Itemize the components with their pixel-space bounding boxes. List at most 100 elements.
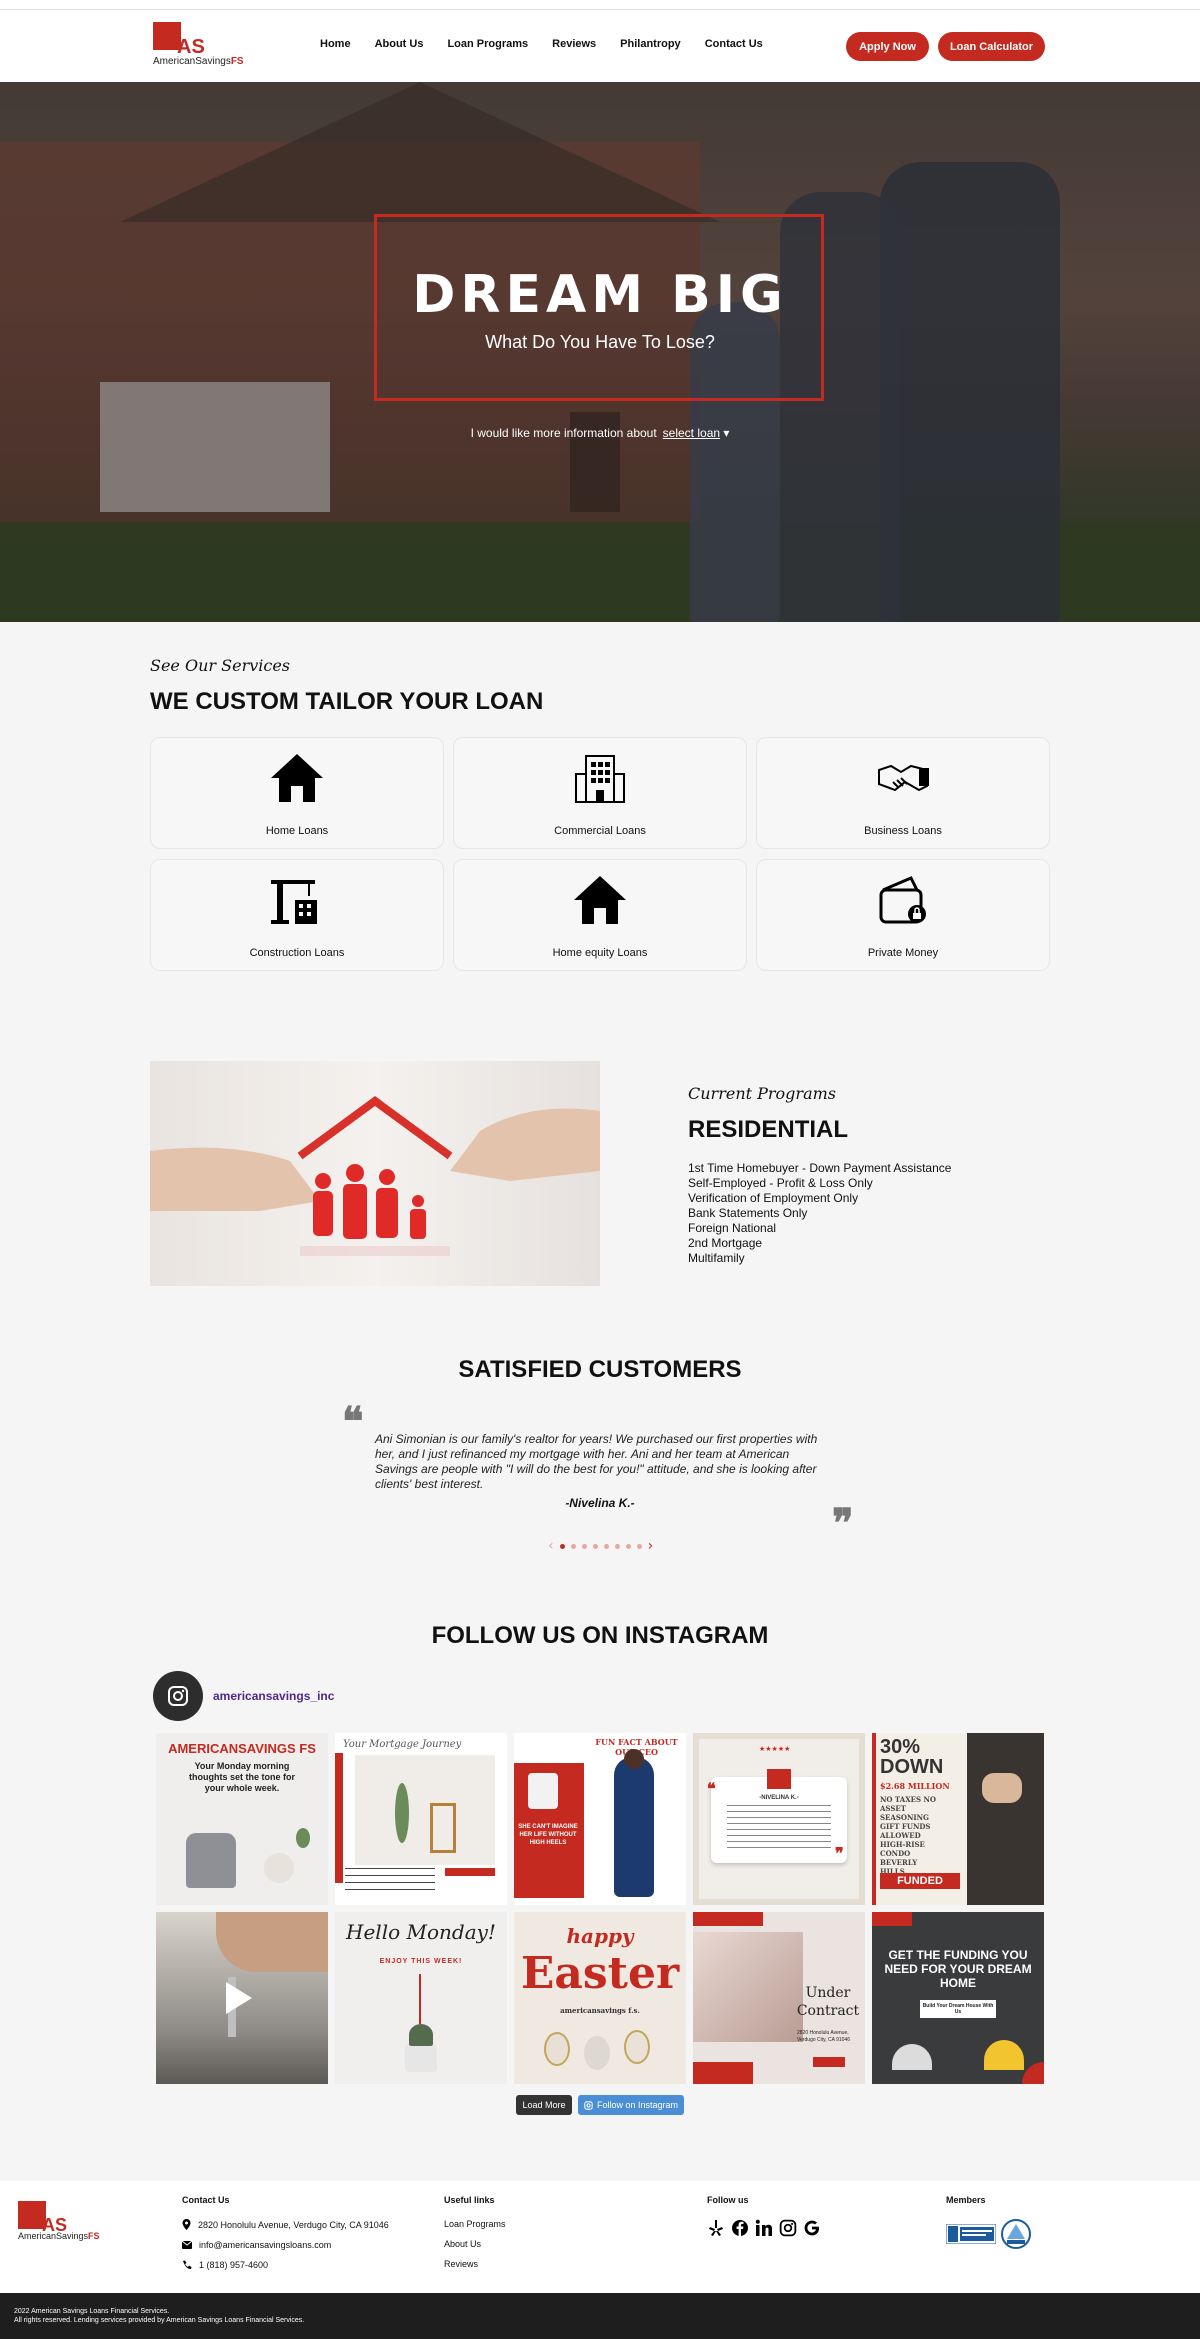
house-icon xyxy=(271,754,323,802)
instagram-post[interactable]: Under Contract 2820 Honolulu Avenue, Ver… xyxy=(693,1912,865,2084)
logo[interactable]: AS AmericanSavingsFS xyxy=(153,22,244,70)
alliance-badge-icon[interactable] xyxy=(1001,2219,1031,2249)
facebook-icon[interactable] xyxy=(731,2219,749,2237)
footer-link-loan-programs[interactable]: Loan Programs xyxy=(444,2219,506,2229)
programs-list: 1st Time Homebuyer - Down Payment Assist… xyxy=(688,1161,951,1266)
instagram-icon xyxy=(168,1686,188,1706)
chevron-left-icon[interactable]: ‹ xyxy=(548,1538,554,1554)
instagram-post[interactable]: 30% DOWN $2.68 MILLION NO TAXES NO ASSET… xyxy=(872,1733,1044,1905)
card-business-loans[interactable]: Business Loans xyxy=(756,737,1050,849)
testimonial-quote: Ani Simonian is our family's realtor for… xyxy=(375,1432,818,1491)
wallet-icon xyxy=(879,876,926,924)
info-request: I would like more information about selec… xyxy=(470,426,730,440)
services-script: See Our Services xyxy=(150,656,291,675)
play-icon[interactable] xyxy=(226,1982,252,2014)
quote-close-icon: ❞ xyxy=(832,1500,854,1547)
instagram-feed: AMERICANSAVINGS FS Your Monday morning t… xyxy=(156,1733,1044,2084)
list-item: Bank Statements Only xyxy=(688,1206,808,1220)
top-border xyxy=(0,0,1200,10)
nav-philantropy[interactable]: Philantropy xyxy=(620,38,681,50)
nav-contact[interactable]: Contact Us xyxy=(705,38,763,50)
footer-contact-title: Contact Us xyxy=(182,2195,230,2205)
apply-now-button[interactable]: Apply Now xyxy=(846,32,929,61)
instagram-icon xyxy=(584,2100,593,2110)
main-nav: Home About Us Loan Programs Reviews Phil… xyxy=(320,38,787,50)
instagram-handle[interactable]: americansavings_inc xyxy=(213,1689,334,1703)
nav-about[interactable]: About Us xyxy=(375,38,424,50)
carousel-dot[interactable] xyxy=(603,1543,609,1549)
footer-link-reviews[interactable]: Reviews xyxy=(444,2259,506,2269)
follow-instagram-button[interactable]: Follow on Instagram xyxy=(578,2095,684,2115)
footer-links-title: Useful links xyxy=(444,2195,495,2205)
carousel-dot[interactable] xyxy=(625,1543,631,1549)
site-footer: AS AmericanSavingsFS Contact Us 2820 Hon… xyxy=(0,2181,1200,2293)
card-private-money[interactable]: Private Money xyxy=(756,859,1050,971)
list-item: Self-Employed - Profit & Loss Only xyxy=(688,1176,873,1190)
instagram-post[interactable]: FUN FACT ABOUT OUR CEO SHE CAN'T IMAGINE… xyxy=(514,1733,686,1905)
list-item: Multifamily xyxy=(688,1251,745,1265)
footer-links: Useful links Loan Programs About Us Revi… xyxy=(444,2195,506,2279)
footer-follow: Follow us xyxy=(707,2195,821,2237)
loan-calculator-button[interactable]: Loan Calculator xyxy=(938,32,1045,61)
loan-select[interactable]: select loan xyxy=(663,426,720,440)
footer-link-about[interactable]: About Us xyxy=(444,2239,506,2249)
carousel-dot[interactable] xyxy=(570,1543,576,1549)
footer-logo[interactable]: AS AmericanSavingsFS xyxy=(18,2201,108,2245)
carousel-dot[interactable] xyxy=(559,1543,565,1549)
footer-members-title: Members xyxy=(946,2195,986,2205)
testimonial-carousel: ‹ › xyxy=(548,1538,653,1554)
instagram-post[interactable] xyxy=(156,1912,328,2084)
nav-loan-programs[interactable]: Loan Programs xyxy=(447,38,528,50)
instagram-post[interactable]: -NIVELINA K.- ❝ ❞ ★★★★★ xyxy=(693,1733,865,1905)
instagram-post[interactable]: happy Easter americansavings f.s. xyxy=(514,1912,686,2084)
chevron-down-icon[interactable]: ▾ xyxy=(720,426,729,440)
google-icon[interactable] xyxy=(803,2219,821,2237)
chevron-right-icon[interactable]: › xyxy=(648,1538,654,1554)
list-item: Verification of Employment Only xyxy=(688,1191,859,1205)
hero-title: DREAM BIG xyxy=(412,265,788,325)
carousel-dot[interactable] xyxy=(581,1543,587,1549)
carousel-dot[interactable] xyxy=(636,1543,642,1549)
footer-members: Members xyxy=(946,2195,1031,2249)
customers-title: SATISFIED CUSTOMERS xyxy=(458,1356,742,1383)
list-item: 1st Time Homebuyer - Down Payment Assist… xyxy=(688,1161,952,1175)
card-home-loans[interactable]: Home Loans xyxy=(150,737,444,849)
instagram-post[interactable]: GET THE FUNDING YOU NEED FOR YOUR DREAM … xyxy=(872,1912,1044,2084)
instagram-post[interactable]: Hello Monday! ENJOY THIS WEEK! xyxy=(335,1912,507,2084)
footer-phone[interactable]: 1 (818) 957-4600 xyxy=(182,2260,389,2270)
services-title: WE CUSTOM TAILOR YOUR LOAN xyxy=(150,688,544,715)
map-pin-icon xyxy=(182,2219,191,2230)
card-home-equity-loans[interactable]: Home equity Loans xyxy=(453,859,747,971)
list-item: Foreign National xyxy=(688,1221,777,1235)
testimonial-author: -Nivelina K.- xyxy=(565,1496,635,1510)
handshake-icon xyxy=(878,764,929,792)
carousel-dot[interactable] xyxy=(614,1543,620,1549)
instagram-avatar[interactable] xyxy=(153,1671,203,1721)
house-icon xyxy=(574,876,626,924)
copyright-bar: 2022 American Savings Loans Financial Se… xyxy=(0,2293,1200,2339)
footer-follow-title: Follow us xyxy=(707,2195,749,2205)
instagram-post[interactable]: Your Mortgage Journey xyxy=(335,1733,507,1905)
bbb-badge-icon[interactable] xyxy=(946,2224,996,2244)
programs-script: Current Programs xyxy=(688,1084,836,1103)
instagram-title: FOLLOW US ON INSTAGRAM xyxy=(431,1622,769,1649)
carousel-dot[interactable] xyxy=(592,1543,598,1549)
nav-reviews[interactable]: Reviews xyxy=(552,38,596,50)
card-construction-loans[interactable]: Construction Loans xyxy=(150,859,444,971)
envelope-icon xyxy=(182,2241,192,2249)
instagram-post[interactable]: AMERICANSAVINGS FS Your Monday morning t… xyxy=(156,1733,328,1905)
building-icon xyxy=(575,755,625,803)
instagram-icon[interactable] xyxy=(779,2219,797,2237)
crane-icon xyxy=(271,880,317,924)
footer-contact: Contact Us 2820 Honolulu Avenue, Verdugo… xyxy=(182,2195,389,2280)
nav-home[interactable]: Home xyxy=(320,38,351,50)
hero-banner: DREAM BIG What Do You Have To Lose? I wo… xyxy=(0,82,1200,622)
programs-title: RESIDENTIAL xyxy=(688,1116,849,1143)
footer-address: 2820 Honolulu Avenue, Verdugo City, CA 9… xyxy=(182,2219,389,2230)
linkedin-icon[interactable] xyxy=(755,2219,773,2237)
hero-subtitle: What Do You Have To Lose? xyxy=(485,332,715,352)
footer-email[interactable]: info@americansavingsloans.com xyxy=(182,2240,389,2250)
card-commercial-loans[interactable]: Commercial Loans xyxy=(453,737,747,849)
yelp-icon[interactable] xyxy=(707,2219,725,2237)
load-more-button[interactable]: Load More xyxy=(516,2095,572,2115)
